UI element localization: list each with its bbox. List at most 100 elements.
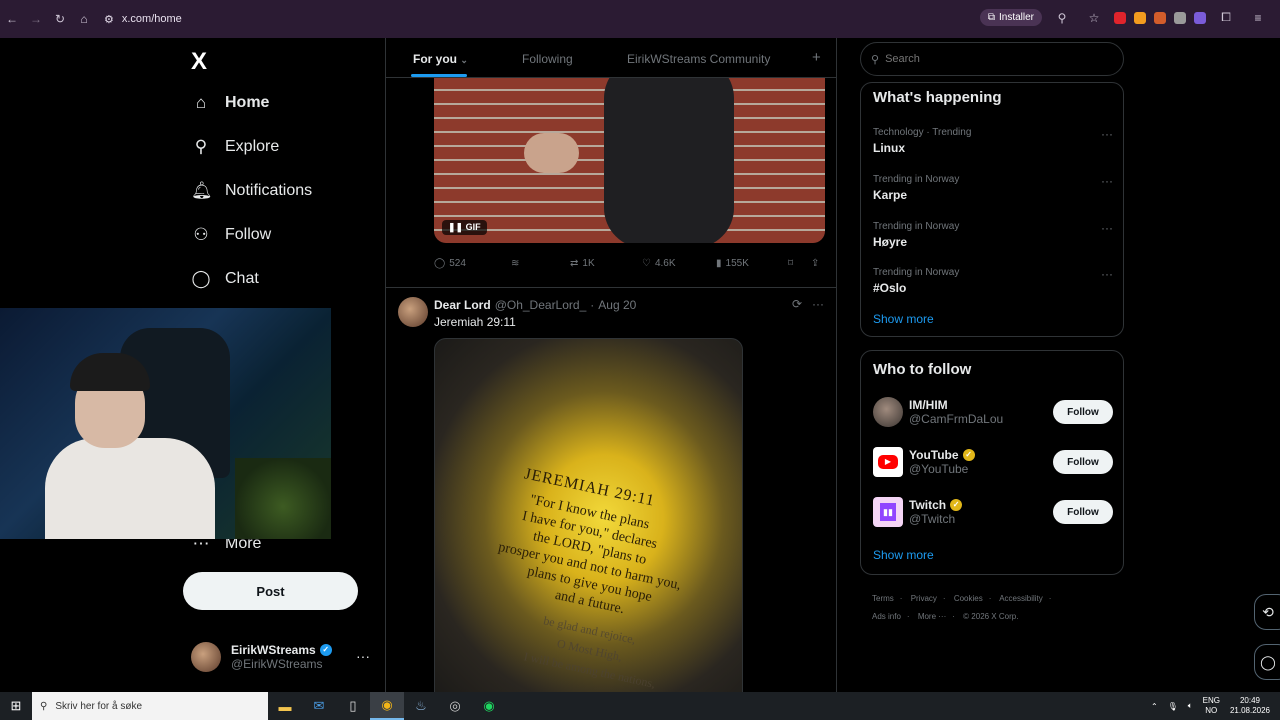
gif-badge[interactable]: ❚❚ GIF [442, 220, 487, 235]
trend-item[interactable]: Trending in Norway #Oslo ··· [873, 267, 1113, 295]
follow-suggestion[interactable]: IM/HIM @CamFrmDaLou Follow [873, 396, 1113, 428]
tweet-divider [386, 287, 836, 288]
extension-orange-icon[interactable] [1134, 11, 1146, 24]
nav-follow[interactable]: ⚇ Follow [191, 225, 271, 245]
account-more-icon[interactable]: ··· [356, 648, 370, 664]
trend-item[interactable]: Trending in Norway Høyre ··· [873, 221, 1113, 249]
trend-more-icon[interactable]: ··· [1101, 127, 1113, 141]
reply-button[interactable]: ◯ 524 [434, 258, 466, 269]
extension-fox-icon[interactable] [1154, 11, 1166, 24]
nav-explore[interactable]: ⚲ Explore [191, 137, 279, 157]
lang-top: ENG [1202, 696, 1220, 705]
tweet-more-icon[interactable]: ··· [812, 297, 824, 311]
volume-icon[interactable]: 🔈︎ [1188, 701, 1193, 711]
tweet-author-avatar[interactable] [398, 297, 428, 327]
taskbar-search[interactable]: ⚲ Skriv her for å søke [32, 692, 268, 720]
steam-icon[interactable]: ♨ [404, 692, 438, 720]
install-icon: ⧉ [987, 12, 995, 23]
trend-more-icon[interactable]: ··· [1101, 174, 1113, 188]
trend-title: Linux [873, 141, 905, 155]
footer-link[interactable]: Privacy [911, 594, 937, 603]
input-language[interactable]: ENG NO [1203, 696, 1220, 716]
add-tab-plus-icon[interactable]: + [812, 49, 821, 66]
site-info-icon[interactable]: ⚙ [104, 13, 114, 26]
bookmark-star-icon[interactable]: ☆ [1082, 11, 1106, 25]
footer-link[interactable]: Terms [872, 594, 894, 603]
tray-chevron-icon[interactable]: ⌃ [1151, 702, 1158, 711]
windows-start-icon[interactable]: ⊞ [0, 698, 32, 714]
trend-more-icon[interactable]: ··· [1101, 221, 1113, 235]
clock[interactable]: 20:49 21.08.2026 [1230, 696, 1270, 716]
extension-grey-icon[interactable] [1174, 11, 1186, 24]
footer-link[interactable]: Accessibility [999, 594, 1043, 603]
tweet-header: Dear Lord @Oh_DearLord_ · Aug 20 [434, 298, 636, 312]
trend-context: Trending in Norway [873, 221, 960, 232]
nav-notifications-label: Notifications [225, 182, 313, 199]
follow-suggestion[interactable]: ▶ YouTube ✓ @YouTube Follow [873, 446, 1113, 478]
obs-icon[interactable]: ◎ [438, 692, 472, 720]
retweet-button[interactable]: ⇄ 1K [570, 258, 595, 269]
trend-item[interactable]: Technology · Trending Linux ··· [873, 127, 1113, 155]
trend-more-icon[interactable]: ··· [1101, 267, 1113, 281]
nav-notifications[interactable]: 🔔︎ Notifications [191, 181, 312, 201]
footer-link[interactable]: Cookies [954, 594, 983, 603]
reading-list-icon[interactable]: ≡ [1246, 11, 1270, 25]
forward-icon[interactable]: → [24, 12, 48, 26]
grok-stack-button[interactable]: ≋ [511, 258, 519, 269]
extensions-puzzle-icon[interactable]: ⧠ [1214, 10, 1238, 25]
like-button[interactable]: ♡ 4.6K [642, 258, 676, 269]
like-count: 4.6K [654, 258, 676, 269]
windows-taskbar: ⊞ ⚲ Skriv her for å søke ▬ ✉ ▯ ◉ ♨ ◎ ◉ ⌃… [0, 692, 1280, 720]
spotify-icon[interactable]: ◉ [472, 692, 506, 720]
extension-purple-icon[interactable] [1194, 11, 1206, 24]
tab-for-you[interactable]: For you ⌄ [413, 52, 468, 66]
footer-link[interactable]: More ··· [918, 612, 946, 621]
notepad-icon[interactable]: ▯ [336, 692, 370, 720]
nav-home[interactable]: ⌂ Home [191, 93, 270, 113]
back-icon[interactable]: ← [0, 12, 24, 26]
nav-chat[interactable]: ◯ Chat [191, 269, 258, 289]
follow-button[interactable]: Follow [1053, 500, 1113, 524]
grok-float-button[interactable]: ⟲ [1254, 594, 1280, 630]
reload-icon[interactable]: ↻ [48, 12, 72, 26]
follow-button[interactable]: Follow [1053, 450, 1113, 474]
home-page-icon[interactable]: ⌂ [72, 12, 96, 26]
search-box[interactable]: ⚲ [860, 42, 1124, 76]
tweet-date[interactable]: Aug 20 [598, 298, 636, 312]
trends-show-more-link[interactable]: Show more [873, 312, 934, 326]
tweet-author-handle[interactable]: @Oh_DearLord_ [495, 298, 587, 312]
footer-link[interactable]: Ads info [872, 612, 901, 621]
tweet-gif-media[interactable]: ❚❚ GIF [434, 78, 825, 243]
address-bar[interactable]: ⚙ x.com/home [104, 13, 182, 26]
tab-community[interactable]: EirikWStreams Community [627, 52, 770, 66]
messages-float-button[interactable]: ◯ [1254, 644, 1280, 680]
trend-item[interactable]: Trending in Norway Karpe ··· [873, 174, 1113, 202]
search-input[interactable] [885, 53, 1096, 65]
mail-icon[interactable]: ✉ [302, 692, 336, 720]
who-show-more-link[interactable]: Show more [873, 548, 934, 562]
views-button[interactable]: ▮ 155K [716, 258, 749, 269]
file-explorer-icon[interactable]: ▬ [268, 692, 302, 720]
grok-icon[interactable]: ⟳ [792, 297, 802, 311]
zoom-icon[interactable]: ⚲ [1050, 11, 1074, 25]
bookmark-button[interactable]: ⌑ [788, 258, 793, 269]
x-logo[interactable]: X [191, 48, 207, 76]
microphone-icon[interactable]: 🎙︎ [1168, 702, 1178, 711]
feed-tabs: For you ⌄ Following EirikWStreams Commun… [386, 38, 836, 78]
follow-suggestion[interactable]: ▮▮ Twitch ✓ @Twitch Follow [873, 496, 1113, 528]
share-button[interactable]: ⇪ [811, 258, 819, 269]
tweet-author-name[interactable]: Dear Lord [434, 298, 491, 312]
extension-red-icon[interactable] [1114, 11, 1126, 24]
follow-button[interactable]: Follow [1053, 400, 1113, 424]
trend-title: Høyre [873, 235, 908, 249]
tab-following[interactable]: Following [522, 52, 573, 66]
install-app-button[interactable]: ⧉ Installer [979, 9, 1042, 26]
post-button[interactable]: Post [183, 572, 358, 610]
footer-copyright: © 2026 X Corp. [963, 612, 1019, 621]
suggestion-avatar [873, 397, 903, 427]
tweet-image-bible[interactable]: JEREMIAH 29:11 "For I know the plans I h… [434, 338, 743, 692]
account-switcher[interactable]: EirikWStreams ✓ @EirikWStreams [191, 642, 332, 672]
share-icon: ⇪ [811, 258, 820, 269]
twitch-logo-icon: ▮▮ [873, 497, 903, 527]
chrome-icon[interactable]: ◉ [370, 692, 404, 720]
